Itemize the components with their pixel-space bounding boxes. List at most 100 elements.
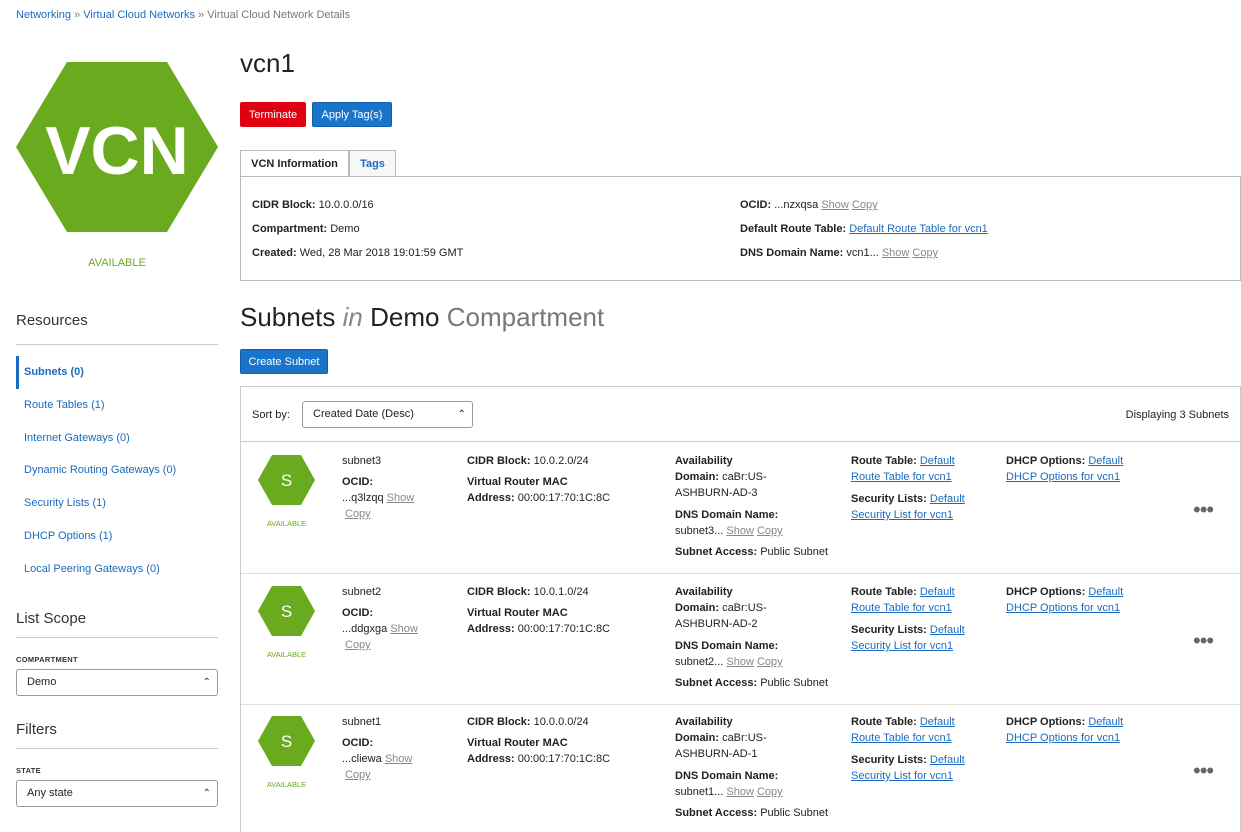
dhcp-full-link[interactable]: DHCP Options for vcn1: [1006, 471, 1120, 483]
route-table-full-link[interactable]: Route Table for vcn1: [851, 732, 952, 744]
dhcp-full-link[interactable]: DHCP Options for vcn1: [1006, 732, 1120, 744]
route-table-link[interactable]: Default: [920, 586, 955, 598]
ocid-value: ...ddgxga: [342, 623, 388, 635]
show-link[interactable]: Show: [821, 199, 849, 211]
resources-title: Resources: [16, 312, 88, 329]
vcn-hexagon-icon: VCN: [16, 62, 218, 232]
show-link[interactable]: Show: [882, 247, 910, 259]
security-list-link[interactable]: Default: [930, 624, 965, 636]
breadcrumb-vcns[interactable]: Virtual Cloud Networks: [83, 9, 195, 21]
route-table-link[interactable]: Default: [920, 716, 955, 728]
dhcp-link[interactable]: Default: [1088, 455, 1123, 467]
sidebar-item-internet-gateways[interactable]: Internet Gateways (0): [16, 422, 218, 455]
table-row: S AVAILABLE subnet3 OCID: ...q3lzqq Show…: [241, 443, 1240, 574]
sidebar-item-local-peering[interactable]: Local Peering Gateways (0): [16, 553, 218, 586]
sidebar-item-security-lists[interactable]: Security Lists (1): [16, 487, 218, 520]
table-row: S AVAILABLE subnet2 OCID: ...ddgxga Show…: [241, 574, 1240, 705]
route-table-full-link[interactable]: Route Table for vcn1: [851, 471, 952, 483]
domain-label: Domain:: [675, 732, 719, 744]
dns-value: vcn1...: [846, 247, 879, 259]
tab-vcn-information[interactable]: VCN Information: [240, 150, 349, 177]
sidebar-item-dhcp-options[interactable]: DHCP Options (1): [16, 520, 218, 553]
subnets-title-suffix: Compartment: [446, 302, 605, 332]
apply-tags-button[interactable]: Apply Tag(s): [312, 102, 392, 127]
cidr-value: 10.0.2.0/24: [533, 455, 589, 467]
vr-mac-address-label: Address:: [467, 492, 515, 504]
list-scope-title: List Scope: [16, 610, 87, 627]
dhcp-link[interactable]: Default: [1088, 716, 1123, 728]
show-link[interactable]: Show: [390, 623, 418, 635]
show-link[interactable]: Show: [726, 786, 754, 798]
ocid-value: ...nzxqsa: [774, 199, 819, 211]
copy-link[interactable]: Copy: [852, 199, 878, 211]
security-list-link[interactable]: Default: [930, 754, 965, 766]
subnets-table: Sort by: Created Date (Desc) ⌃ Displayin…: [240, 386, 1241, 832]
breadcrumb-networking[interactable]: Networking: [16, 9, 71, 21]
divider: [16, 637, 218, 638]
copy-link[interactable]: Copy: [757, 786, 783, 798]
security-list-link[interactable]: Default: [930, 493, 965, 505]
cidr-label: CIDR Block:: [467, 716, 531, 728]
subnet-hexagon-icon: S: [258, 455, 315, 505]
compartment-select[interactable]: Demo ⌃: [16, 669, 218, 696]
subnet-status: AVAILABLE: [266, 780, 307, 789]
terminate-button[interactable]: Terminate: [240, 102, 306, 127]
tab-tags[interactable]: Tags: [349, 150, 396, 177]
dhcp-label: DHCP Options:: [1006, 455, 1086, 467]
state-caption: STATE: [16, 766, 41, 775]
divider: [16, 344, 218, 345]
sidebar-item-route-tables[interactable]: Route Tables (1): [16, 389, 218, 422]
cidr-value: 10.0.0.0/16: [318, 199, 374, 211]
ocid-label: OCID:: [342, 476, 374, 488]
ocid-label: OCID:: [740, 199, 772, 211]
breadcrumb-separator: »: [74, 9, 81, 21]
page-title: vcn1: [240, 48, 295, 78]
domain-value: caBr:US-: [722, 602, 767, 614]
more-actions-icon[interactable]: •••: [1193, 497, 1214, 523]
security-list-full-link[interactable]: Security List for vcn1: [851, 509, 953, 521]
copy-link[interactable]: Copy: [345, 508, 371, 520]
subnet-icon-text: S: [281, 471, 292, 490]
more-actions-icon[interactable]: •••: [1193, 628, 1214, 654]
subnets-title-main: Subnets: [240, 302, 336, 332]
dhcp-link[interactable]: Default: [1088, 586, 1123, 598]
domain-value-cont: ASHBURN-AD-1: [675, 748, 758, 760]
create-subnet-button[interactable]: Create Subnet: [240, 349, 328, 374]
more-actions-icon[interactable]: •••: [1193, 758, 1214, 784]
show-link[interactable]: Show: [726, 525, 754, 537]
access-value: Public Subnet: [760, 546, 829, 558]
route-table-link[interactable]: Default Route Table for vcn1: [849, 223, 988, 235]
route-table-label: Route Table:: [851, 716, 917, 728]
dns-label: DNS Domain Name:: [675, 640, 779, 652]
route-table-full-link[interactable]: Route Table for vcn1: [851, 602, 952, 614]
vr-mac-value: 00:00:17:70:1C:8C: [517, 753, 611, 765]
show-link[interactable]: Show: [726, 656, 754, 668]
breadcrumb-separator: »: [198, 9, 205, 21]
copy-link[interactable]: Copy: [912, 247, 938, 259]
vr-mac-label: Virtual Router MAC: [467, 476, 568, 488]
security-list-full-link[interactable]: Security List for vcn1: [851, 770, 953, 782]
table-row: S AVAILABLE subnet1 OCID: ...cliewa Show…: [241, 704, 1240, 832]
show-link[interactable]: Show: [385, 753, 413, 765]
route-table-label: Route Table:: [851, 586, 917, 598]
displaying-count: Displaying 3 Subnets: [1125, 409, 1229, 421]
copy-link[interactable]: Copy: [345, 769, 371, 781]
state-select[interactable]: Any state ⌃: [16, 780, 218, 807]
cidr-label: CIDR Block:: [467, 586, 531, 598]
sort-select[interactable]: Created Date (Desc) ⌃: [302, 401, 473, 428]
copy-link[interactable]: Copy: [757, 525, 783, 537]
sidebar-item-drgs[interactable]: Dynamic Routing Gateways (0): [16, 454, 218, 487]
subnet-name: subnet1: [342, 716, 382, 728]
access-value: Public Subnet: [760, 807, 829, 819]
availability-label: Availability: [675, 716, 733, 728]
dhcp-full-link[interactable]: DHCP Options for vcn1: [1006, 602, 1120, 614]
security-list-full-link[interactable]: Security List for vcn1: [851, 640, 953, 652]
sidebar-item-subnets[interactable]: Subnets (0): [16, 356, 218, 389]
show-link[interactable]: Show: [387, 492, 415, 504]
route-table-link[interactable]: Default: [920, 455, 955, 467]
vcn-icon-text: VCN: [45, 113, 189, 189]
cidr-value: 10.0.0.0/24: [533, 716, 589, 728]
security-lists-label: Security Lists:: [851, 624, 927, 636]
copy-link[interactable]: Copy: [757, 656, 783, 668]
copy-link[interactable]: Copy: [345, 639, 371, 651]
